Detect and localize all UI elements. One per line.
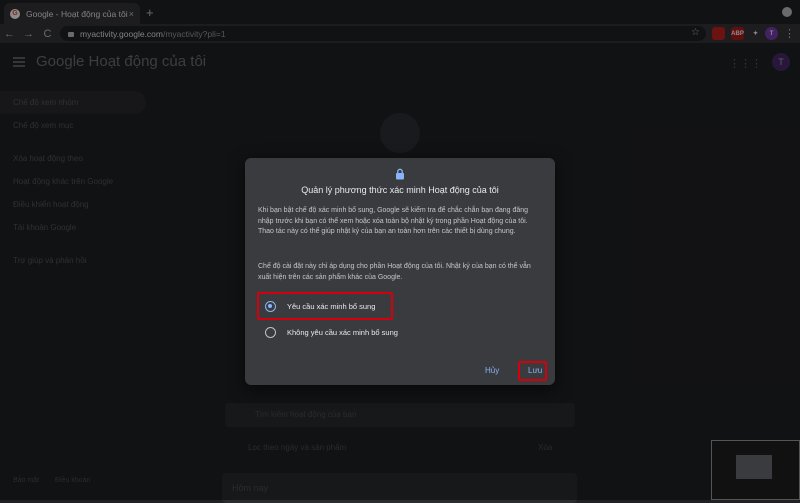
cancel-button[interactable]: Hủy: [485, 366, 499, 375]
lock-icon: [396, 168, 404, 180]
highlight-box: [257, 292, 393, 320]
thumbnail-dialog-preview: [736, 455, 772, 479]
dialog-description: Khi bạn bật chế độ xác minh bổ sung, Goo…: [258, 207, 529, 235]
verification-dialog: Quản lý phương thức xác minh Hoạt động c…: [245, 158, 555, 385]
radio-unselected[interactable]: [265, 326, 276, 338]
dialog-title: Quản lý phương thức xác minh Hoạt động c…: [301, 185, 499, 195]
screenshot-thumbnail[interactable]: [711, 440, 800, 500]
save-highlight-box: [518, 361, 547, 381]
option-no-label: Không yêu cầu xác minh bổ sung: [287, 327, 398, 337]
dialog-note: Chế độ cài đặt này chỉ áp dụng cho phần …: [258, 263, 531, 281]
option-no-verification[interactable]: Không yêu cầu xác minh bổ sung: [265, 325, 398, 339]
